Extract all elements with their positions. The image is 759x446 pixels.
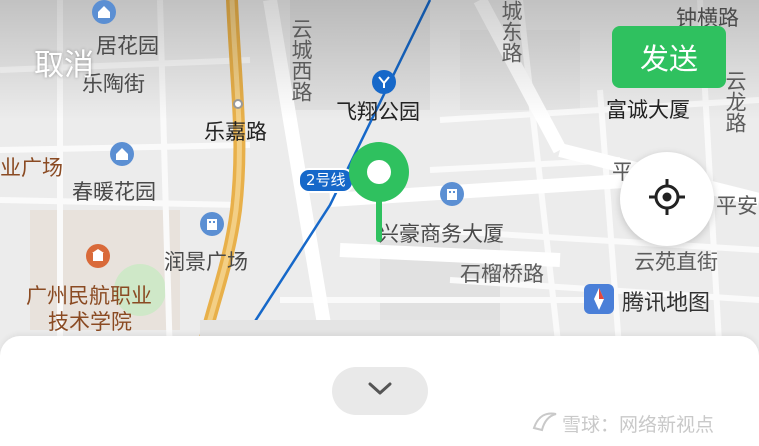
station-dot <box>233 99 243 109</box>
map-provider: 腾讯地图 <box>584 284 710 318</box>
school-icon <box>86 244 110 268</box>
map-label: 润景广场 <box>164 250 248 274</box>
map-provider-label: 腾讯地图 <box>622 291 711 316</box>
location-pin-icon[interactable] <box>346 140 412 244</box>
snowball-logo-icon <box>532 410 558 437</box>
chevron-down-icon <box>367 381 393 401</box>
metro-station-icon <box>372 70 396 94</box>
locate-button[interactable] <box>620 152 714 246</box>
map-label: 飞翔公园 <box>336 100 420 124</box>
map-label: 云苑直街 <box>634 250 718 274</box>
building-icon <box>440 182 464 206</box>
collapse-button[interactable] <box>332 367 428 415</box>
watermark: 雪球：网络新视点 <box>532 410 714 437</box>
compass-icon <box>584 284 614 318</box>
map-label: 石榴桥路 <box>460 262 544 286</box>
map-label: 富诚大厦 <box>606 98 690 122</box>
map-label: 居花园 <box>96 34 159 58</box>
map-label: 技术学院 <box>48 310 132 334</box>
watermark-text: 雪球：网络新视点 <box>562 414 715 436</box>
map-label: 广州民航职业 <box>26 284 152 308</box>
house-icon <box>92 0 116 24</box>
map-label: 云龙路 <box>723 70 747 133</box>
send-button[interactable]: 发送 <box>612 26 726 88</box>
building-icon <box>200 212 224 236</box>
map-label: 平安 <box>716 194 758 218</box>
map-label: 春暖花园 <box>72 180 156 204</box>
map-label: 业广场 <box>0 156 63 180</box>
bottom-sheet: 雪球：网络新视点 <box>0 336 759 446</box>
cancel-button[interactable]: 取消 <box>34 40 94 84</box>
map-label: 云城西路 <box>289 18 313 102</box>
house-icon <box>110 142 134 166</box>
crosshair-icon <box>647 177 687 221</box>
map-label: 城东路 <box>499 0 523 63</box>
map-label: 乐嘉路 <box>204 120 267 144</box>
